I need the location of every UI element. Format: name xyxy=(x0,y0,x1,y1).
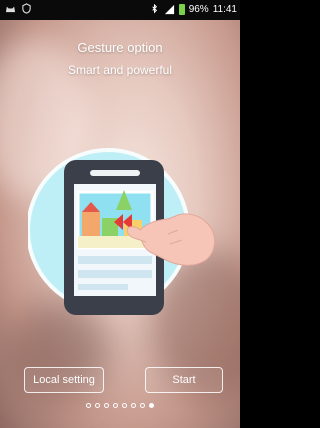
page-dot[interactable] xyxy=(95,403,100,408)
battery-icon xyxy=(178,4,185,15)
battery-percent: 96% xyxy=(188,4,209,15)
status-bar: 96% 11:41 xyxy=(0,0,240,20)
onboarding-screen: 96% 11:41 Gesture option Smart and power… xyxy=(0,0,240,428)
local-setting-button[interactable]: Local setting xyxy=(24,367,104,393)
page-title: Gesture option xyxy=(77,40,163,55)
signal-icon xyxy=(164,4,174,15)
cat-icon xyxy=(5,6,16,13)
page-dot[interactable] xyxy=(113,403,118,408)
page-dot[interactable] xyxy=(86,403,91,408)
pagination-dots xyxy=(0,403,240,408)
page-dot-active[interactable] xyxy=(149,403,154,408)
page-subtitle: Smart and powerful xyxy=(67,63,173,77)
bluetooth-icon xyxy=(151,4,157,14)
start-button[interactable]: Start xyxy=(145,367,223,393)
shield-icon xyxy=(22,3,31,14)
page-dot[interactable] xyxy=(104,403,109,408)
clock: 11:41 xyxy=(212,4,237,15)
page-dot[interactable] xyxy=(122,403,127,408)
page-dot[interactable] xyxy=(140,403,145,408)
page-dot[interactable] xyxy=(131,403,136,408)
gesture-illustration xyxy=(28,148,215,315)
